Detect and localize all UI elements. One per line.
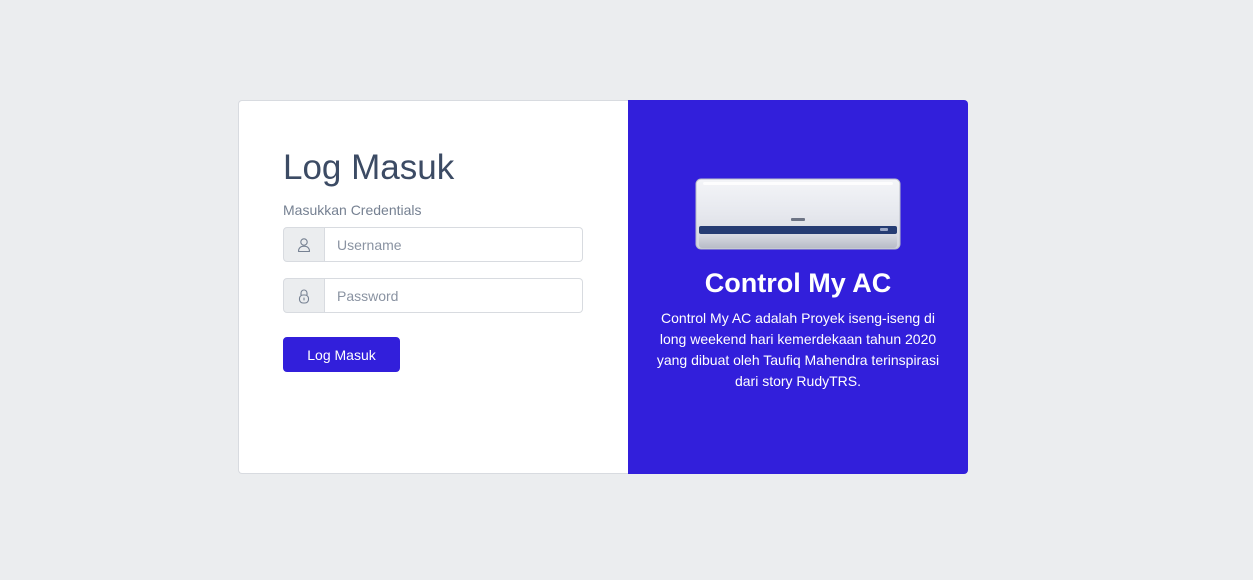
login-subtitle: Masukkan Credentials bbox=[283, 202, 422, 218]
login-button[interactable]: Log Masuk bbox=[283, 337, 400, 372]
login-card-group: Log Masuk Masukkan Credentials Log M bbox=[238, 100, 968, 474]
password-input[interactable] bbox=[325, 278, 583, 313]
info-description: Control My AC adalah Proyek iseng-iseng … bbox=[656, 310, 940, 389]
password-prepend bbox=[283, 278, 325, 313]
lock-icon bbox=[298, 289, 310, 304]
username-input[interactable] bbox=[325, 227, 583, 262]
air-conditioner-icon bbox=[695, 178, 901, 250]
info-card: Control My AC Control My AC adalah Proye… bbox=[628, 100, 968, 474]
login-title: Log Masuk bbox=[283, 148, 455, 187]
info-title: Control My AC bbox=[704, 268, 892, 298]
login-card: Log Masuk Masukkan Credentials Log M bbox=[238, 100, 628, 474]
user-icon bbox=[297, 237, 311, 252]
password-input-group bbox=[283, 278, 583, 313]
username-prepend bbox=[283, 227, 325, 262]
username-input-group bbox=[283, 227, 583, 262]
